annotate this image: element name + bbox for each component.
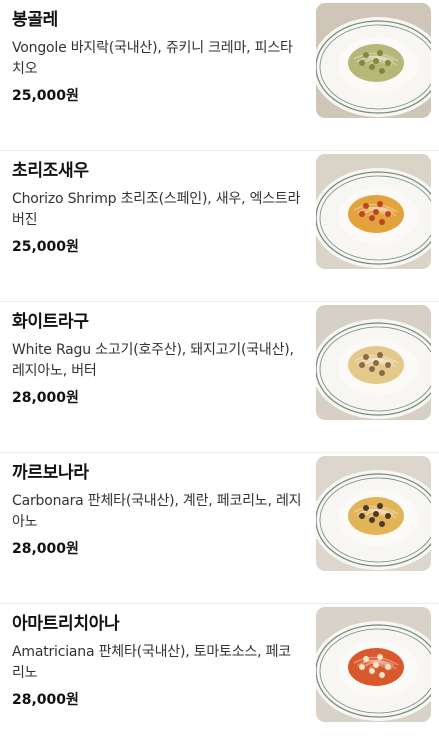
carbonara-pasta-photo xyxy=(316,456,431,571)
menu-item-photo[interactable] xyxy=(316,154,431,269)
menu-item-description: Vongole 바지락(국내산), 쥬키니 크레마, 피스타치오 xyxy=(12,40,293,77)
menu-item-photo[interactable] xyxy=(316,305,431,420)
menu-item-photo[interactable] xyxy=(316,3,431,118)
menu-item-price: 25,000원 xyxy=(12,239,79,255)
menu-item-text: 아마트리치아나 Amatriciana 판체타(국내산), 토마토소스, 페코리… xyxy=(12,612,302,710)
vongole-pasta-photo xyxy=(316,3,431,118)
menu-item-text: 까르보나라 Carbonara 판체타(국내산), 계란, 페코리노, 레지아노… xyxy=(12,461,302,559)
menu-item-vongole[interactable]: 봉골레 Vongole 바지락(국내산), 쥬키니 크레마, 피스타치오 25,… xyxy=(0,0,439,151)
menu-item-chorizo-shrimp[interactable]: 초리조새우 Chorizo Shrimp 초리조(스페인), 새우, 엑스트라버… xyxy=(0,151,439,302)
menu-item-carbonara[interactable]: 까르보나라 Carbonara 판체타(국내산), 계란, 페코리노, 레지아노… xyxy=(0,453,439,604)
menu-item-name: 화이트라구 xyxy=(12,312,89,332)
menu-item-price: 28,000원 xyxy=(12,390,79,406)
menu-list: 봉골레 Vongole 바지락(국내산), 쥬키니 크레마, 피스타치오 25,… xyxy=(0,0,439,755)
menu-item-name: 초리조새우 xyxy=(12,161,89,181)
menu-item-photo[interactable] xyxy=(316,456,431,571)
menu-item-name: 까르보나라 xyxy=(12,463,89,483)
menu-item-text: 화이트라구 White Ragu 소고기(호주산), 돼지고기(국내산), 레지… xyxy=(12,310,302,408)
menu-item-photo[interactable] xyxy=(316,607,431,722)
menu-item-amatriciana[interactable]: 아마트리치아나 Amatriciana 판체타(국내산), 토마토소스, 페코리… xyxy=(0,604,439,755)
menu-item-text: 봉골레 Vongole 바지락(국내산), 쥬키니 크레마, 피스타치오 25,… xyxy=(12,8,302,106)
menu-item-description: White Ragu 소고기(호주산), 돼지고기(국내산), 레지아노, 버터 xyxy=(12,342,294,379)
menu-item-white-ragu[interactable]: 화이트라구 White Ragu 소고기(호주산), 돼지고기(국내산), 레지… xyxy=(0,302,439,453)
menu-item-description: Chorizo Shrimp 초리조(스페인), 새우, 엑스트라버진 xyxy=(12,191,301,228)
menu-item-name: 아마트리치아나 xyxy=(12,614,120,634)
menu-item-price: 28,000원 xyxy=(12,692,79,708)
amatriciana-pasta-photo xyxy=(316,607,431,722)
menu-item-description: Carbonara 판체타(국내산), 계란, 페코리노, 레지아노 xyxy=(12,493,302,530)
menu-item-price: 28,000원 xyxy=(12,541,79,557)
white-ragu-pasta-photo xyxy=(316,305,431,420)
menu-item-description: Amatriciana 판체타(국내산), 토마토소스, 페코리노 xyxy=(12,644,291,681)
menu-item-price: 25,000원 xyxy=(12,88,79,104)
chorizo-shrimp-pasta-photo xyxy=(316,154,431,269)
menu-item-name: 봉골레 xyxy=(12,10,59,30)
menu-item-text: 초리조새우 Chorizo Shrimp 초리조(스페인), 새우, 엑스트라버… xyxy=(12,159,302,257)
